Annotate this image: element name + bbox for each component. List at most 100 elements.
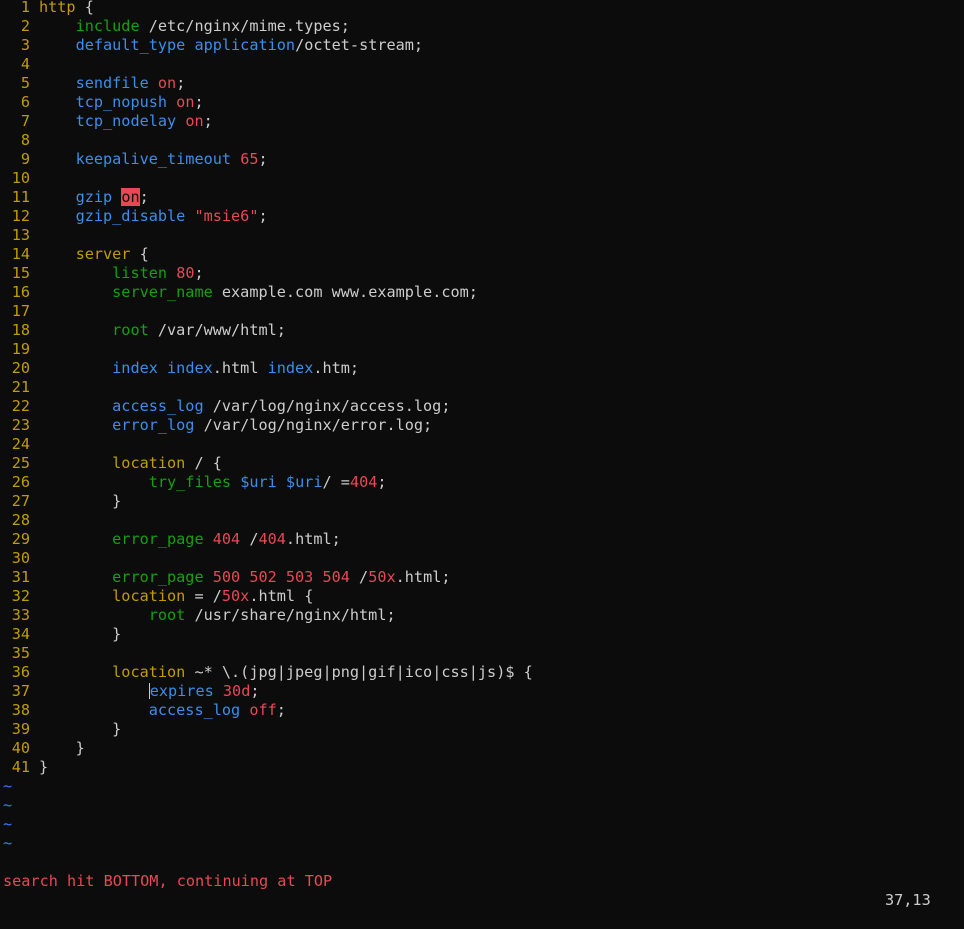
- code-line[interactable]: 23 error_log /var/log/nginx/error.log;: [0, 416, 964, 435]
- vim-editor[interactable]: 1 http {2 include /etc/nginx/mime.types; 3…: [0, 0, 964, 909]
- value: 500 502 503 504: [212, 568, 350, 586]
- block-keyword: http: [39, 0, 76, 16]
- code-line[interactable]: 40 }: [0, 739, 964, 758]
- code-line[interactable]: 13: [0, 226, 964, 245]
- code-line[interactable]: 8: [0, 131, 964, 150]
- line-content: tcp_nopush on;: [39, 93, 204, 111]
- directive: index: [112, 359, 158, 377]
- code-line[interactable]: 19: [0, 340, 964, 359]
- code-text: }: [112, 625, 122, 643]
- code-line[interactable]: 21: [0, 378, 964, 397]
- buffer-text-area[interactable]: 1 http {2 include /etc/nginx/mime.types; 3…: [0, 0, 964, 853]
- line-content: gzip_disable "msie6";: [39, 207, 268, 225]
- line-number: 6: [20, 93, 30, 111]
- code-line[interactable]: 41}: [0, 758, 964, 777]
- code-line[interactable]: 18 root /var/www/html;: [0, 321, 964, 340]
- code-text: }: [112, 720, 122, 738]
- code-line[interactable]: 37 expires 30d;: [0, 682, 964, 701]
- line-number: 17: [11, 302, 30, 320]
- directive: include: [75, 17, 140, 35]
- code-line[interactable]: 7 tcp_nodelay on;: [0, 112, 964, 131]
- code-line[interactable]: 26 try_files $uri $uri/ =404;: [0, 473, 964, 492]
- code-line[interactable]: 35: [0, 644, 964, 663]
- line-number: 38: [11, 701, 30, 719]
- code-line[interactable]: 2 include /etc/nginx/mime.types;: [0, 17, 964, 36]
- code-line[interactable]: 20 index index.html index.htm;: [0, 359, 964, 378]
- code-line[interactable]: 11 gzip on;: [0, 188, 964, 207]
- line-content: include /etc/nginx/mime.types;: [39, 17, 350, 35]
- code-text: /usr/share/nginx/html;: [185, 606, 396, 624]
- line-content: access_log /var/log/nginx/access.log;: [39, 397, 450, 415]
- code-line[interactable]: 1 http {: [0, 0, 964, 17]
- code-line[interactable]: 10: [0, 169, 964, 188]
- line-content: default_type application/octet-stream;: [39, 36, 424, 54]
- line-number: 2: [20, 17, 30, 35]
- code-line[interactable]: 31 error_page 500 502 503 504 /50x.html;: [0, 568, 964, 587]
- code-line[interactable]: 39 }: [0, 720, 964, 739]
- code-line[interactable]: 6 tcp_nopush on;: [0, 93, 964, 112]
- directive: index: [167, 359, 213, 377]
- line-content: location = /50x.html {: [39, 587, 313, 605]
- line-content: }: [39, 758, 48, 776]
- line-content: keepalive_timeout 65;: [39, 150, 268, 168]
- code-text: ;: [377, 473, 387, 491]
- code-line[interactable]: 38 access_log off;: [0, 701, 964, 720]
- code-text: ;: [250, 682, 260, 700]
- value: 404: [212, 530, 241, 548]
- code-line[interactable]: 16 server_name example.com www.example.c…: [0, 283, 964, 302]
- code-line[interactable]: 15 listen 80;: [0, 264, 964, 283]
- code-line[interactable]: 24: [0, 435, 964, 454]
- line-content: }: [39, 739, 85, 757]
- directive: root: [112, 321, 149, 339]
- code-text: /etc/nginx/mime.types;: [139, 17, 350, 35]
- line-number: 19: [11, 340, 30, 358]
- line-number: 4: [20, 55, 30, 73]
- line-content: location ~* \.(jpg|jpeg|png|gif|ico|css|…: [39, 663, 533, 681]
- code-line[interactable]: 4: [0, 55, 964, 74]
- value: 65: [240, 150, 259, 168]
- block-keyword: location: [112, 587, 186, 605]
- code-line[interactable]: 32 location = /50x.html {: [0, 587, 964, 606]
- line-content: }: [39, 625, 121, 643]
- code-line[interactable]: 22 access_log /var/log/nginx/access.log;: [0, 397, 964, 416]
- block-keyword: location: [112, 454, 186, 472]
- line-number: 36: [11, 663, 30, 681]
- code-line[interactable]: 34 }: [0, 625, 964, 644]
- code-line[interactable]: 17: [0, 302, 964, 321]
- code-line[interactable]: 3 default_type application/octet-stream;: [0, 36, 964, 55]
- line-number: 14: [11, 245, 30, 263]
- code-line[interactable]: 14 server {: [0, 245, 964, 264]
- code-line[interactable]: 9 keepalive_timeout 65;: [0, 150, 964, 169]
- code-line[interactable]: 30: [0, 549, 964, 568]
- code-line[interactable]: 25 location / {: [0, 454, 964, 473]
- search-match: on: [121, 188, 140, 206]
- code-line[interactable]: 29 error_page 404 /404.html;: [0, 530, 964, 549]
- line-number: 13: [11, 226, 30, 244]
- code-line[interactable]: 28: [0, 511, 964, 530]
- code-line[interactable]: 5 sendfile on;: [0, 74, 964, 93]
- code-line[interactable]: 36 location ~* \.(jpg|jpeg|png|gif|ico|c…: [0, 663, 964, 682]
- directive: error_page: [112, 530, 204, 548]
- line-number: 21: [11, 378, 30, 396]
- command-line[interactable]: search hit BOTTOM, continuing at TOP 37,…: [0, 853, 964, 909]
- line-number: 23: [11, 416, 30, 434]
- value: 50x: [368, 568, 396, 586]
- directive: tcp_nodelay: [75, 112, 177, 130]
- directive: keepalive_timeout: [75, 150, 232, 168]
- code-text: ;: [194, 93, 204, 111]
- line-number: 40: [11, 739, 30, 757]
- code-line[interactable]: 33 root /usr/share/nginx/html;: [0, 606, 964, 625]
- code-line[interactable]: 27 }: [0, 492, 964, 511]
- line-content: }: [39, 492, 121, 510]
- value: off: [249, 701, 277, 719]
- code-line[interactable]: 12 gzip_disable "msie6";: [0, 207, 964, 226]
